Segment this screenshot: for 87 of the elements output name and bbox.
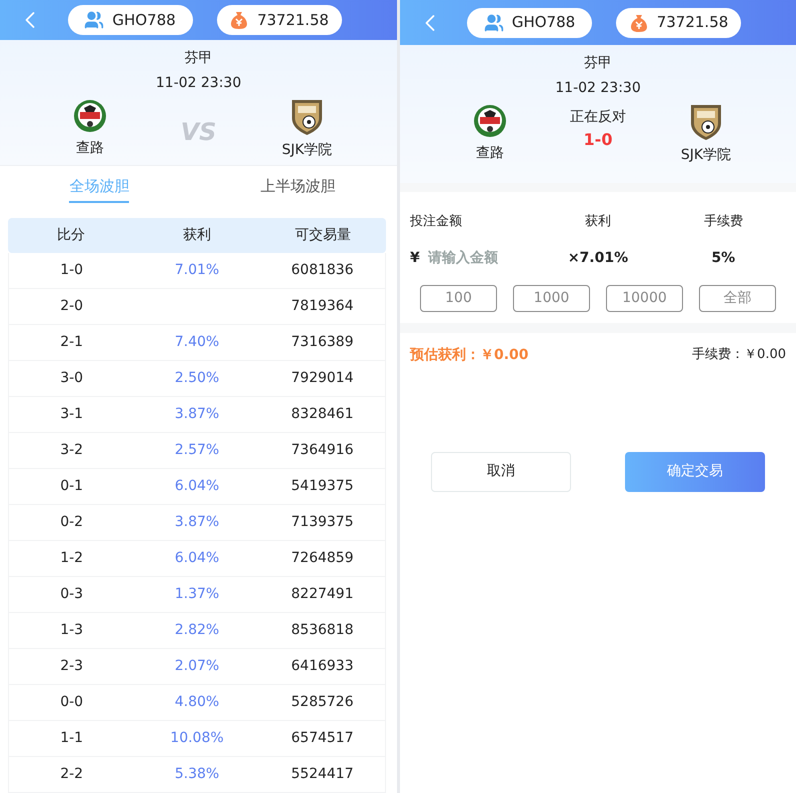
balance: 73721.58 [257,10,329,31]
club-crest-icon [472,103,508,139]
volume-cell-text: 8227491 [290,585,354,604]
username: GHO788 [512,12,576,34]
score-cell-text: 3-1 [59,405,84,424]
money-bag-icon [628,12,649,32]
shield-crest-icon [689,103,723,141]
confirm-button[interactable]: 确定交易 [625,452,765,492]
match-score: 1-0 [584,129,612,151]
score-cell-text: 1-1 [59,729,84,748]
amount-field[interactable]: ¥ 请输入金额 [410,248,536,268]
profit-cell-text: 3.87% [174,513,220,532]
column-header: 可交易量 [294,226,352,245]
column-header: 比分 [56,226,86,245]
profit-cell-text: 5.38% [174,765,220,784]
volume-cell-text: 6081836 [290,261,354,280]
profit-cell-text: 6.04% [174,549,220,568]
fee-rate: 5% [710,248,736,268]
profit-cell-text: 7.40% [174,333,220,352]
profit-rate: ×7.01% [566,248,630,268]
profit-cell-text: 7.01% [174,261,220,280]
volume-cell-text: 8328461 [290,405,354,424]
currency-symbol: ¥ [410,248,420,268]
tab[interactable]: 全场波胆 [0,166,198,212]
profit-cell-text: 4.80% [174,693,220,712]
profit-cell-text: 2.07% [174,657,220,676]
volume-cell-text: 8536818 [290,621,354,640]
away-team-name: SJK学院 [680,146,732,165]
profit-cell-text: 3.87% [174,405,220,424]
column-header: 获利 [182,226,212,245]
home-team-name: 查路 [476,144,504,163]
score-cell-text: 2-1 [59,333,84,352]
balance: 73721.58 [656,12,728,34]
score-cell-text: 0-1 [59,477,84,496]
club-crest-icon [72,98,108,134]
volume-cell-text: 7819364 [290,297,354,316]
preset-amount-button[interactable]: 100 [420,284,497,312]
profit-cell-text: 2.82% [174,621,220,640]
preset-amount-button[interactable]: 1000 [513,284,590,312]
score-cell-text: 0-3 [59,585,84,604]
profit-cell-text: 1.37% [174,585,220,604]
volume-cell-text: 6574517 [290,729,354,748]
user-icon [484,12,504,32]
match-time: 11-02 23:30 [555,79,641,98]
username: GHO788 [112,10,176,31]
home-team-name: 查路 [76,139,104,158]
volume-cell-text: 7316389 [290,333,354,352]
score-cell-text: 2-3 [59,657,84,676]
score-cell-text: 1-0 [59,261,84,280]
score-cell-text: 3-0 [59,369,84,388]
fee-amount: 手续费：￥0.00 [692,346,786,364]
form-label: 投注金额 [410,213,463,231]
score-cell-text: 3-2 [59,441,84,460]
league-name: 芬甲 [184,49,212,68]
match-status: 正在反对 [570,108,626,127]
profit-cell-text: 10.08% [169,729,225,748]
volume-cell-text: 7264859 [290,549,354,568]
league-name: 芬甲 [584,54,612,73]
volume-cell-text: 7364916 [290,441,354,460]
amount-input[interactable]: 请输入金额 [428,248,528,268]
score-cell-text: 1-3 [59,621,84,640]
money-bag-icon [229,10,250,30]
tab[interactable]: 上半场波胆 [198,166,397,212]
volume-cell-text: 5285726 [290,693,354,712]
away-team-name: SJK学院 [282,141,332,160]
score-cell-text: 0-0 [59,693,84,712]
profit-cell-text: 2.50% [174,369,220,388]
form-label: 获利 [584,213,612,231]
estimated-profit: 预估获利：￥0.00 [410,346,529,364]
score-cell-text: 2-2 [59,765,84,784]
preset-amount-button[interactable]: 全部 [699,284,776,312]
volume-cell-text: 7139375 [290,513,354,532]
score-cell-text: 1-2 [59,549,84,568]
volume-cell-text: 5419375 [290,477,354,496]
score-cell-text: 0-2 [59,513,84,532]
match-time: 11-02 23:30 [156,74,242,94]
cancel-button[interactable]: 取消 [431,452,571,492]
profit-cell-text: 2.57% [174,441,220,460]
volume-cell-text: 7929014 [290,369,354,388]
volume-cell-text: 5524417 [290,765,354,784]
preset-amount-button[interactable]: 10000 [606,284,683,312]
form-label: 手续费 [702,213,744,231]
score-cell-text: 2-0 [59,297,84,316]
user-icon [84,10,104,30]
profit-cell-text: 6.04% [174,477,220,496]
shield-crest-icon [290,98,324,136]
volume-cell-text: 6416933 [290,657,354,676]
